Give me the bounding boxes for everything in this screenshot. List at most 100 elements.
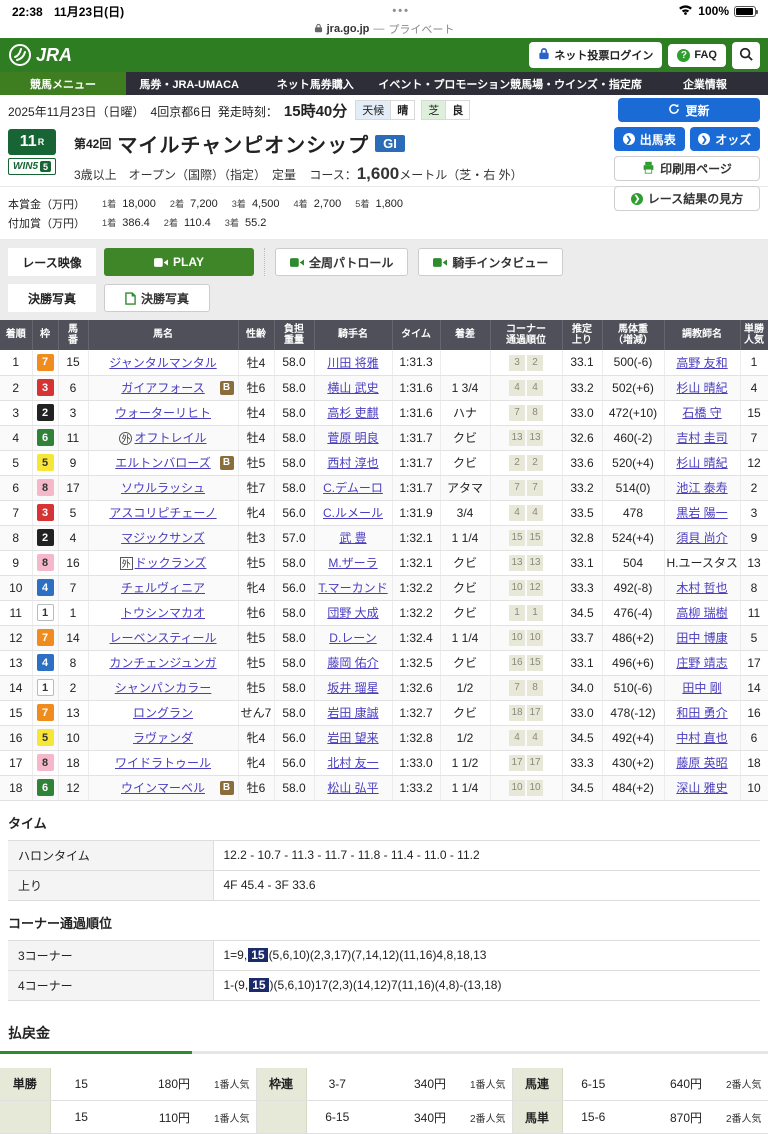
payout-section: 払戻金 単勝15180円1番人気枠連3-7340円1番人気馬連6-15640円2… <box>0 1001 768 1134</box>
jockey-interview-button[interactable]: 騎手インタビュー <box>418 248 563 276</box>
trainer-link[interactable]: 高野 友和 <box>676 356 727 370</box>
arrow-circle-icon: ❯ <box>623 133 635 145</box>
jra-logo[interactable]: JRA <box>8 43 72 67</box>
play-button[interactable]: PLAY <box>104 248 254 276</box>
horse-name-link[interactable]: ウインマーベル <box>121 781 205 795</box>
print-page-button[interactable]: 印刷用ページ <box>614 156 760 181</box>
jockey-link[interactable]: 川田 将雅 <box>327 356 378 370</box>
cell-sex-age: 牡6 <box>238 375 274 400</box>
jockey-link[interactable]: 藤岡 佑介 <box>327 656 378 670</box>
jockey-link[interactable]: 岩田 康誠 <box>327 706 378 720</box>
horse-name-link[interactable]: ソウルラッシュ <box>121 481 205 495</box>
cell-sex-age: 牝4 <box>238 500 274 525</box>
trainer-link[interactable]: 石橋 守 <box>682 406 721 420</box>
horse-name-link[interactable]: ドックランズ <box>135 556 207 570</box>
cell-time: 1:31.6 <box>392 375 440 400</box>
jockey-link[interactable]: 岩田 望来 <box>327 731 378 745</box>
results-guide-button[interactable]: ❯ レース結果の見方 <box>614 186 760 211</box>
cell-horse-name: 外ドックランズ <box>88 550 238 575</box>
trainer-link[interactable]: 庄野 靖志 <box>676 656 727 670</box>
time-row-label: 上り <box>8 870 213 900</box>
horse-name-link[interactable]: ラヴァンダ <box>133 731 193 745</box>
cell-trainer: 藤原 英昭 <box>664 750 740 775</box>
trainer-link[interactable]: 高柳 瑞樹 <box>676 606 727 620</box>
jockey-link[interactable]: T.マーカンド <box>318 581 387 595</box>
patrol-video-button[interactable]: 全周パトロール <box>275 248 408 276</box>
jockey-link[interactable]: 北村 友一 <box>327 756 378 770</box>
faq-button[interactable]: ? FAQ <box>668 44 726 67</box>
lock-icon <box>314 23 323 36</box>
nav-item-2[interactable]: ネット馬券購入 <box>252 72 378 95</box>
nav-item-4[interactable]: 競馬場・ウインズ・指定席 <box>510 72 642 95</box>
net-voting-login-button[interactable]: ネット投票ログイン <box>529 42 662 68</box>
horse-name-link[interactable]: マジックサンズ <box>121 531 205 545</box>
horse-name-link[interactable]: トウシンマカオ <box>121 606 205 620</box>
payout-amount: 340円 <box>368 1068 452 1101</box>
prize-item: 3着4,500 <box>232 196 280 212</box>
jockey-link[interactable]: 坂井 瑠星 <box>327 681 378 695</box>
horse-name-link[interactable]: ウォーターリヒト <box>115 406 211 420</box>
horse-name-link[interactable]: シャンパンカラー <box>115 681 212 695</box>
jockey-link[interactable]: C.ルメール <box>323 506 383 520</box>
cell-win-popularity: 3 <box>740 500 768 525</box>
nav-item-5[interactable]: 企業情報 <box>642 72 768 95</box>
trainer-link[interactable]: 須貝 尚介 <box>676 531 727 545</box>
cell-jockey: M.ザーラ <box>314 550 392 575</box>
cell-frame: 3 <box>32 500 58 525</box>
nav-item-1[interactable]: 馬券・JRA-UMACA <box>126 72 252 95</box>
payout-amount: 180円 <box>112 1068 196 1101</box>
jockey-link[interactable]: 松山 弘平 <box>327 781 378 795</box>
trainer-link[interactable]: 黒岩 陽一 <box>676 506 727 520</box>
trainer-link[interactable]: 藤原 英昭 <box>676 756 727 770</box>
trainer-link[interactable]: 田中 博康 <box>676 631 727 645</box>
video-camera-icon <box>154 257 168 268</box>
finish-photo-button[interactable]: 決勝写真 <box>104 284 210 312</box>
jockey-link[interactable]: 高杉 吏麒 <box>327 406 378 420</box>
horse-name-link[interactable]: エルトンバローズ <box>115 456 210 470</box>
cell-last-3f: 33.3 <box>562 575 602 600</box>
nav-item-3[interactable]: イベント・プロモーション <box>378 72 510 95</box>
jockey-link[interactable]: M.ザーラ <box>328 556 377 570</box>
odds-button[interactable]: ❯ オッズ <box>690 127 761 151</box>
trainer-link[interactable]: 池江 泰寿 <box>676 481 727 495</box>
horse-name-link[interactable]: レーベンスティール <box>109 631 216 645</box>
trainer-link[interactable]: 吉村 圭司 <box>676 431 727 445</box>
trainer-link[interactable]: 杉山 晴紀 <box>676 456 727 470</box>
refresh-button[interactable]: 更新 <box>618 98 760 122</box>
nav-item-0[interactable]: 競馬メニュー <box>0 72 126 95</box>
address-bar[interactable]: jra.go.jp — プライベート <box>0 20 768 38</box>
trainer-link[interactable]: 中村 直也 <box>676 731 727 745</box>
corner-position-chip: 15 <box>509 530 525 546</box>
trainer-link[interactable]: 田中 剛 <box>682 681 721 695</box>
trainer-link[interactable]: 和田 勇介 <box>676 706 727 720</box>
horse-name-link[interactable]: オフトレイル <box>134 431 206 445</box>
jockey-link[interactable]: 西村 淳也 <box>327 456 378 470</box>
corner-position-chip: 10 <box>509 630 525 646</box>
horse-name-link[interactable]: カンチェンジュンガ <box>109 656 216 670</box>
horse-name-link[interactable]: ジャンタルマンタル <box>109 356 216 370</box>
frame-badge: 2 <box>37 404 54 421</box>
cell-weight-carried: 56.0 <box>274 750 314 775</box>
cell-trainer: 須貝 尚介 <box>664 525 740 550</box>
cell-horse-name: ジャンタルマンタル <box>88 350 238 375</box>
horse-name-link[interactable]: ワイドラトゥール <box>115 756 211 770</box>
jockey-link[interactable]: C.デムーロ <box>323 481 383 495</box>
jockey-link[interactable]: 団野 大成 <box>327 606 378 620</box>
horse-name-link[interactable]: ロングラン <box>133 706 193 720</box>
entries-button[interactable]: ❯ 出馬表 <box>614 127 685 151</box>
cell-horse-weight: 430(+2) <box>602 750 664 775</box>
horse-name-link[interactable]: ガイアフォース <box>121 381 204 395</box>
trainer-link[interactable]: 杉山 晴紀 <box>676 381 727 395</box>
jockey-link[interactable]: 横山 武史 <box>327 381 378 395</box>
trainer-link[interactable]: 深山 雅史 <box>676 781 727 795</box>
jockey-link[interactable]: 武 豊 <box>339 531 366 545</box>
horse-name-link[interactable]: アスコリピチェーノ <box>109 506 216 520</box>
tab-overview-dots[interactable]: ••• <box>392 5 410 17</box>
jockey-link[interactable]: D.レーン <box>329 631 376 645</box>
results-column-header: 枠 <box>32 320 58 350</box>
jockey-link[interactable]: 菅原 明良 <box>327 431 378 445</box>
trainer-link[interactable]: 木村 哲也 <box>676 581 727 595</box>
horse-name-link[interactable]: チェルヴィニア <box>121 581 205 595</box>
cell-frame: 8 <box>32 475 58 500</box>
search-button[interactable] <box>732 42 760 69</box>
